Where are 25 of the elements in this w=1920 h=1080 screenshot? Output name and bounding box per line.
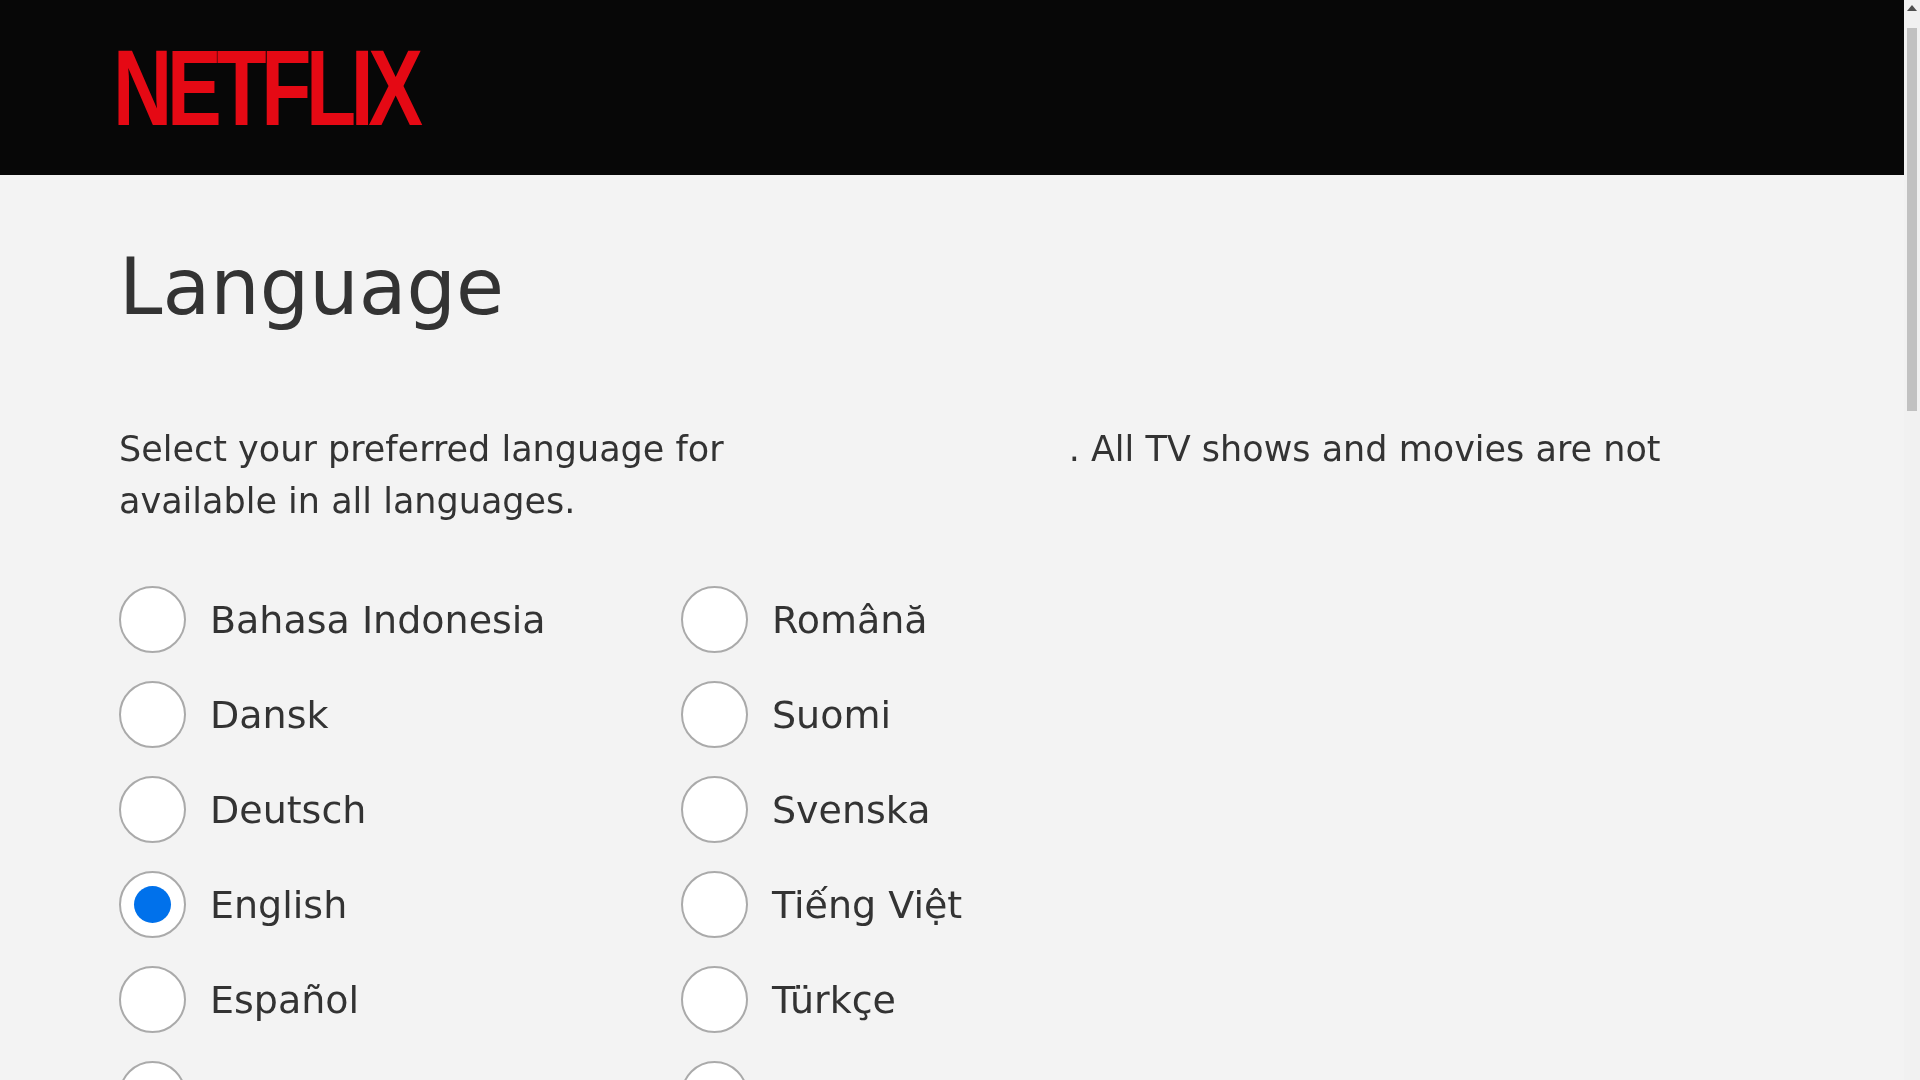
language-option[interactable]: Español xyxy=(119,952,681,1047)
language-label: Dansk xyxy=(210,692,329,737)
language-option[interactable]: Svenska xyxy=(681,762,1243,857)
language-option[interactable]: Dansk xyxy=(119,667,681,762)
language-label: Svenska xyxy=(772,787,931,832)
scrollbar-thumb[interactable] xyxy=(1907,28,1917,411)
language-label: Deutsch xyxy=(210,787,367,832)
scroll-up-icon[interactable] xyxy=(1907,4,1917,12)
language-label: English xyxy=(210,882,348,927)
language-label: Bahasa Indonesia xyxy=(210,597,546,642)
language-label: Suomi xyxy=(772,692,892,737)
language-label: Tiếng Việt xyxy=(772,882,963,927)
language-option[interactable]: Tiếng Việt xyxy=(681,857,1243,952)
logo[interactable]: NETFLIX xyxy=(113,39,418,136)
intro-text: Select your preferred language for . All TV shows and movies are not available in all languages. xyxy=(119,428,1662,523)
language-option[interactable]: Suomi xyxy=(681,667,1243,762)
language-option[interactable]: Bahasa Indonesia xyxy=(119,572,681,667)
language-label: Español xyxy=(210,977,360,1022)
language-option[interactable]: Română xyxy=(681,572,1243,667)
language-option[interactable]: Türkçe xyxy=(681,952,1243,1047)
language-option[interactable]: English xyxy=(119,857,681,952)
language-option[interactable]: Deutsch xyxy=(119,762,681,857)
language-label: Română xyxy=(772,597,928,642)
language-label: Türkçe xyxy=(772,977,896,1022)
page-title: Language xyxy=(119,241,505,334)
